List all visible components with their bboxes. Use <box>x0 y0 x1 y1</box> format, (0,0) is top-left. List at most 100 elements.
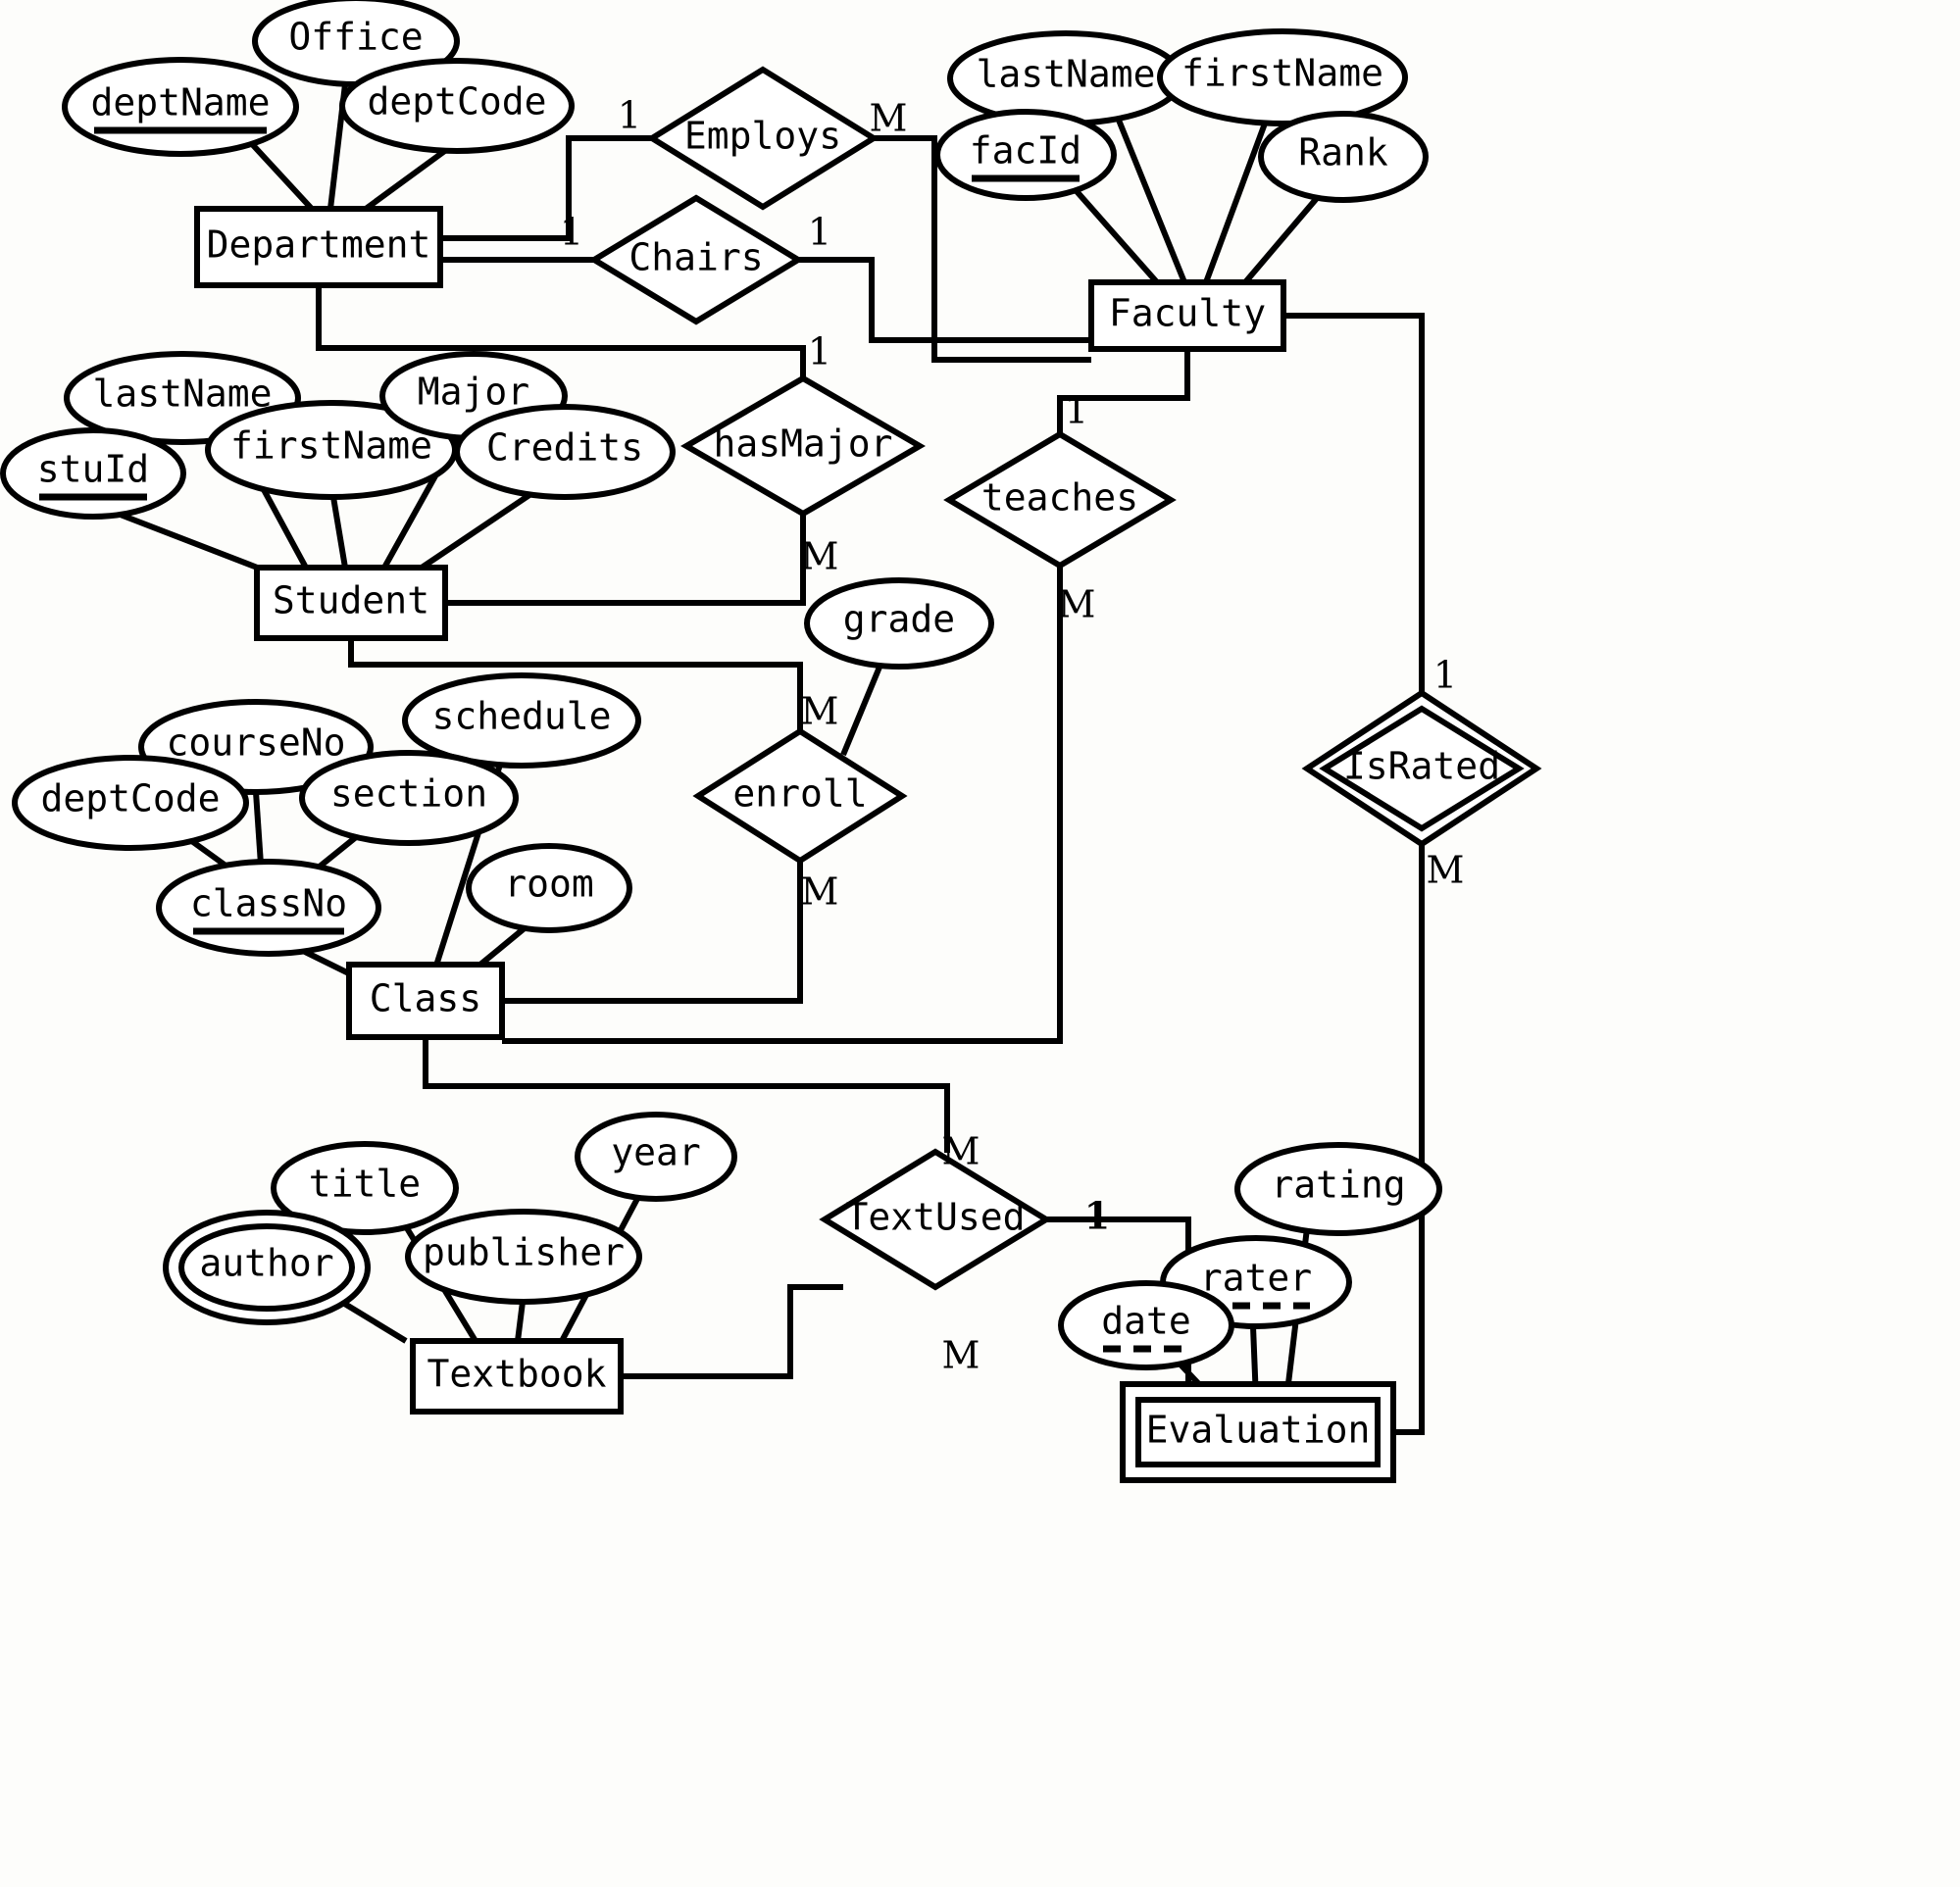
attribute-label: firstName <box>1181 52 1383 95</box>
edge-grade-enroll <box>840 663 883 757</box>
cardinality-card-israted-eval: M <box>1427 849 1465 892</box>
edge-israted-evaluation <box>1378 828 1425 1435</box>
edge-courseno-classno-link <box>253 791 264 866</box>
relationship-label: IsRated <box>1343 745 1500 788</box>
relationship-hasmajor[interactable]: hasMajor <box>680 374 926 518</box>
attribute-label: lastName <box>92 372 272 416</box>
attribute-label: Credits <box>486 426 643 470</box>
attribute-fac-facid[interactable]: facId <box>934 109 1117 201</box>
attribute-label: room <box>504 863 594 906</box>
cardinality-card-teaches-cls: M <box>1058 583 1096 626</box>
attribute-label: deptCode <box>367 80 546 124</box>
relationship-employs[interactable]: Employs <box>646 66 879 211</box>
attribute-label: deptCode <box>40 777 220 820</box>
attribute-cls-deptcode[interactable]: deptCode <box>12 755 249 851</box>
attribute-eval-rating[interactable]: rating <box>1234 1142 1442 1236</box>
edge-deptname-department <box>250 142 315 212</box>
relationship-chairs[interactable]: Chairs <box>588 194 804 325</box>
attribute-label: author <box>199 1242 333 1285</box>
cardinality-card-hasmajor-dept: 1 <box>808 330 831 373</box>
edge-hasmajor-student <box>445 514 806 606</box>
edge-firstname-faculty <box>1203 122 1268 284</box>
edge-lastname-faculty <box>1115 116 1187 284</box>
entity-label: Textbook <box>427 1353 606 1396</box>
attribute-label: courseNo <box>166 721 345 765</box>
cardinality-card-enroll-stu: M <box>801 690 839 733</box>
cardinality-card-textused-txt: M <box>942 1334 980 1377</box>
attribute-label: Office <box>288 16 423 59</box>
entity-label: Faculty <box>1109 292 1266 335</box>
attribute-dept-deptname[interactable]: deptName <box>62 57 299 157</box>
edge-stuid-student <box>116 511 262 571</box>
attribute-enr-grade[interactable]: grade <box>804 577 994 670</box>
cardinality-card-enroll-cls: M <box>801 870 839 914</box>
relationship-label: TextUsed <box>845 1196 1025 1239</box>
edge-facid-faculty <box>1073 188 1160 284</box>
attribute-label: rating <box>1271 1164 1405 1207</box>
edge-rank-faculty <box>1242 195 1321 284</box>
edge-credits-student <box>420 492 531 571</box>
entity-student[interactable]: Student <box>254 565 448 641</box>
cardinality-card-hasmajor-stu: M <box>801 535 839 578</box>
attribute-label: classNo <box>190 882 347 925</box>
attribute-label: Rank <box>1298 131 1388 174</box>
cardinality-card-chairs-fac: 1 <box>808 211 831 254</box>
er-diagram-canvas: Department Faculty Student Class Textbook Eva… <box>0 0 1960 1887</box>
entity-label: Department <box>207 223 431 267</box>
entity-faculty[interactable]: Faculty <box>1088 279 1286 352</box>
edge-textused-textbook <box>621 1284 843 1379</box>
cardinality-card-israted-fac: 1 <box>1433 654 1457 697</box>
cardinality-card-teaches-fac: 1 <box>1065 389 1088 432</box>
attribute-label: lastName <box>976 53 1155 96</box>
attributes-layer: deptName Office deptCode lastName firstName f… <box>0 0 1442 1370</box>
attribute-cls-room[interactable]: room <box>466 843 632 933</box>
attribute-cls-classno[interactable]: classNo <box>156 859 381 957</box>
edge-publisher-textbook <box>515 1301 526 1342</box>
attribute-dept-deptcode[interactable]: deptCode <box>339 58 575 154</box>
attribute-label: schedule <box>431 695 611 738</box>
entity-evaluation[interactable]: Evaluation <box>1120 1381 1396 1483</box>
relationship-textused[interactable]: TextUsed <box>819 1148 1052 1291</box>
attribute-label: title <box>309 1163 421 1206</box>
relationship-enroll[interactable]: enroll <box>692 727 908 865</box>
entity-label: Evaluation <box>1146 1409 1371 1452</box>
attribute-fac-firstname[interactable]: firstName <box>1157 28 1408 126</box>
relationship-label: Employs <box>684 115 841 158</box>
attribute-label: date <box>1101 1300 1191 1343</box>
relationship-teaches[interactable]: teaches <box>943 430 1177 570</box>
attribute-label: Major <box>418 371 529 414</box>
attribute-stu-credits[interactable]: Credits <box>454 404 676 500</box>
relationship-label: hasMajor <box>713 422 892 466</box>
attribute-label: year <box>611 1131 701 1174</box>
cardinality-card-textused-eval: 1 <box>1084 1194 1110 1238</box>
attribute-label: grade <box>843 598 955 641</box>
entity-label: Student <box>273 579 429 622</box>
attribute-cls-section[interactable]: section <box>299 750 519 846</box>
edge-chairs-faculty <box>798 257 1091 343</box>
relationships-layer: Employs Chairs hasMajor teaches enroll TextUs… <box>588 66 1542 1291</box>
attribute-label: publisher <box>423 1231 625 1274</box>
edge-deptcode-department <box>364 147 448 212</box>
attribute-fac-lastname[interactable]: lastName <box>947 30 1184 126</box>
cardinality-card-employs-fac: M <box>870 97 908 140</box>
edge-faculty-israted <box>1283 313 1425 709</box>
relationship-israted[interactable]: IsRated <box>1301 689 1542 848</box>
attribute-txt-publisher[interactable]: publisher <box>405 1209 642 1305</box>
attribute-eval-date[interactable]: date <box>1058 1280 1234 1370</box>
entity-label: Class <box>370 977 481 1020</box>
attribute-label: facId <box>970 129 1081 173</box>
attribute-label: deptName <box>90 81 270 124</box>
entity-class[interactable]: Class <box>346 962 505 1040</box>
entity-department[interactable]: Department <box>194 206 443 288</box>
entity-textbook[interactable]: Textbook <box>410 1338 624 1415</box>
cardinality-card-employs-dept: 1 <box>618 94 641 137</box>
attribute-stu-stuid[interactable]: stuId <box>0 427 186 520</box>
attribute-label: firstName <box>230 424 432 468</box>
attribute-txt-year[interactable]: year <box>575 1112 737 1202</box>
attribute-fac-rank[interactable]: Rank <box>1258 111 1429 203</box>
cardinality-card-chairs-dept: 1 <box>560 211 583 254</box>
attribute-txt-author[interactable]: author <box>163 1210 371 1325</box>
relationship-label: enroll <box>732 772 867 816</box>
relationship-label: teaches <box>981 476 1138 520</box>
relationship-label: Chairs <box>628 236 763 279</box>
